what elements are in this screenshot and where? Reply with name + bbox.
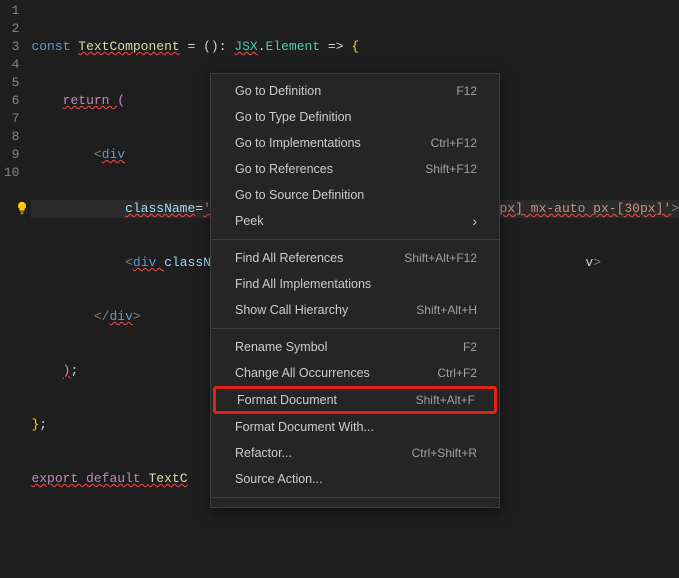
line-number: 10	[0, 164, 19, 182]
line-number: 4	[0, 56, 19, 74]
menu-item-find-all-implementations[interactable]: Find All Implementations	[211, 271, 499, 297]
lightbulb-icon[interactable]	[15, 201, 29, 215]
line-number-gutter: 1 2 3 4 5 6 7 8 9 10	[0, 0, 31, 509]
menu-item-source-action[interactable]: Source Action...	[211, 466, 499, 492]
line-number: 3	[0, 38, 19, 56]
context-menu: Go to DefinitionF12 Go to Type Definitio…	[210, 73, 500, 508]
menu-item-show-call-hierarchy[interactable]: Show Call HierarchyShift+Alt+H	[211, 297, 499, 323]
menu-item-format-document[interactable]: Format DocumentShift+Alt+F	[213, 386, 497, 414]
menu-item-go-to-source-definition[interactable]: Go to Source Definition	[211, 182, 499, 208]
menu-item-go-to-type-definition[interactable]: Go to Type Definition	[211, 104, 499, 130]
line-number: 5	[0, 74, 19, 92]
menu-item-rename-symbol[interactable]: Rename SymbolF2	[211, 334, 499, 360]
menu-separator	[211, 328, 499, 329]
menu-separator	[211, 497, 499, 498]
code-line[interactable]: const TextComponent = (): JSX.Element =>…	[31, 38, 679, 56]
menu-separator	[211, 239, 499, 240]
line-number: 2	[0, 20, 19, 38]
menu-item-find-all-references[interactable]: Find All ReferencesShift+Alt+F12	[211, 245, 499, 271]
line-number: 8	[0, 128, 19, 146]
line-number: 1	[0, 2, 19, 20]
menu-item-change-all-occurrences[interactable]: Change All OccurrencesCtrl+F2	[211, 360, 499, 386]
menu-item-go-to-references[interactable]: Go to ReferencesShift+F12	[211, 156, 499, 182]
menu-item-refactor[interactable]: Refactor...Ctrl+Shift+R	[211, 440, 499, 466]
menu-item-format-document-with[interactable]: Format Document With...	[211, 414, 499, 440]
line-number: 6	[0, 92, 19, 110]
menu-item-go-to-definition[interactable]: Go to DefinitionF12	[211, 78, 499, 104]
menu-item-peek[interactable]: Peek›	[211, 208, 499, 234]
code-line[interactable]	[31, 524, 679, 542]
chevron-right-icon: ›	[472, 213, 477, 229]
line-number: 9	[0, 146, 19, 164]
line-number: 7	[0, 110, 19, 128]
menu-item-go-to-implementations[interactable]: Go to ImplementationsCtrl+F12	[211, 130, 499, 156]
